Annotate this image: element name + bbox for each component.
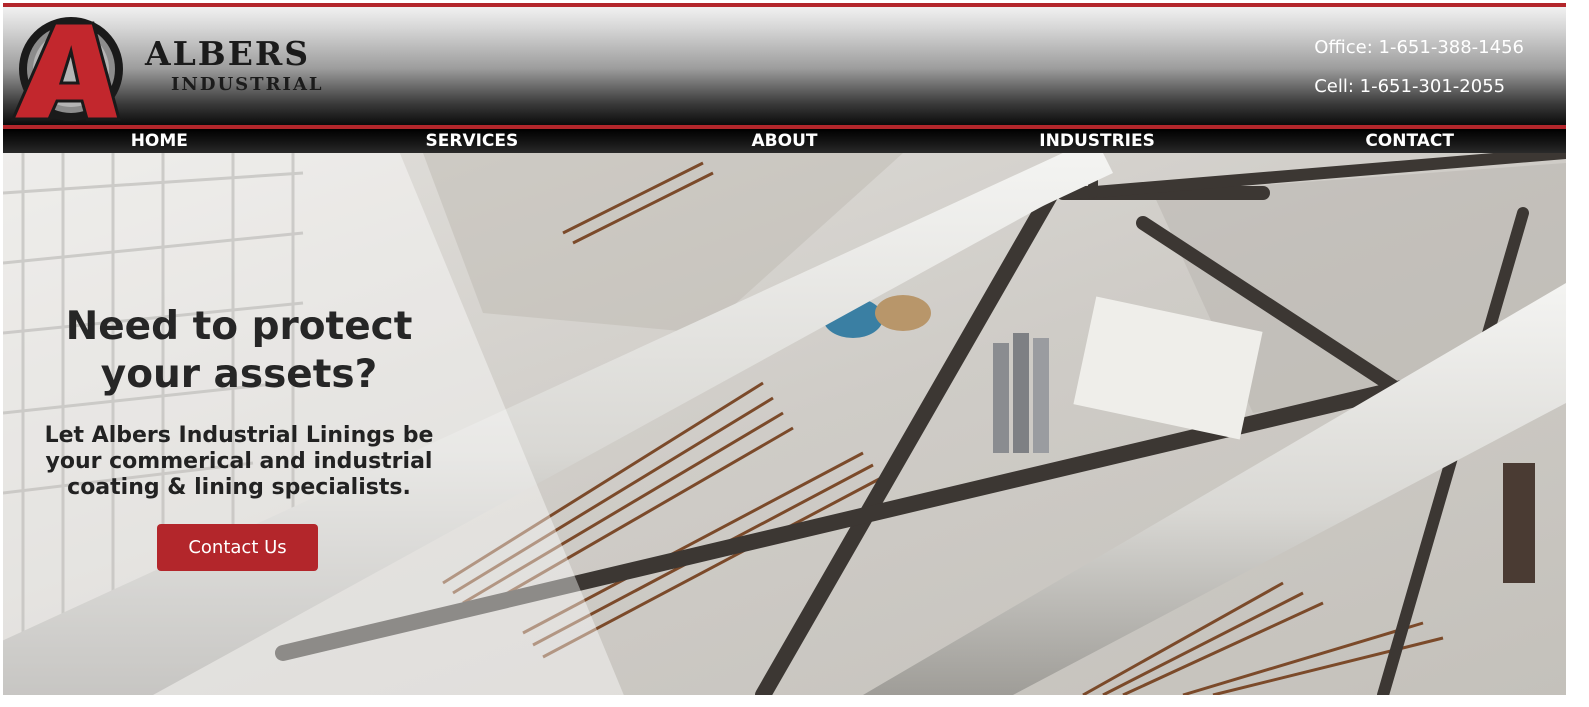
logo-mark <box>10 17 123 121</box>
logo-name-line-2: INDUSTRIAL <box>171 74 324 95</box>
header-contact: Office: 1-651-388-1456 Cell: 1-651-301-2… <box>1314 37 1524 115</box>
logo[interactable]: ALBERS INDUSTRIAL <box>7 11 387 123</box>
nav-home[interactable]: HOME <box>3 129 316 153</box>
main-nav: HOME SERVICES ABOUT INDUSTRIES CONTACT <box>3 125 1566 153</box>
site-header: ALBERS INDUSTRIAL Office: 1-651-388-1456… <box>3 3 1566 125</box>
nav-contact[interactable]: CONTACT <box>1253 129 1566 153</box>
cell-phone[interactable]: Cell: 1-651-301-2055 <box>1314 76 1524 98</box>
logo-name-line-1: ALBERS <box>145 34 311 73</box>
contact-us-button[interactable]: Contact Us <box>157 524 318 571</box>
hero-banner: Need to protect your assets? Let Albers … <box>3 153 1566 695</box>
nav-services[interactable]: SERVICES <box>316 129 629 153</box>
hero-subtitle: Let Albers Industrial Linings be your co… <box>44 423 434 500</box>
hero-title: Need to protect your assets? <box>65 304 413 397</box>
office-phone[interactable]: Office: 1-651-388-1456 <box>1314 37 1524 59</box>
nav-industries[interactable]: INDUSTRIES <box>941 129 1254 153</box>
nav-about[interactable]: ABOUT <box>628 129 941 153</box>
page: ALBERS INDUSTRIAL Office: 1-651-388-1456… <box>3 3 1566 695</box>
